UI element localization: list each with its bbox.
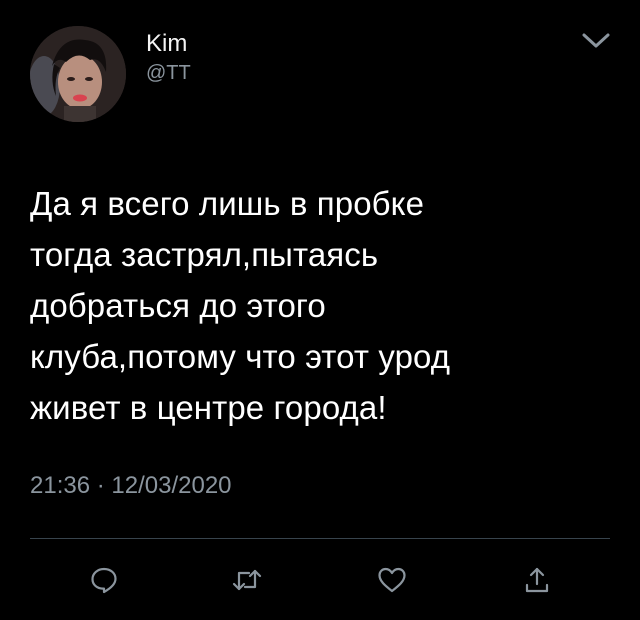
heart-icon [378, 567, 406, 593]
tweet-text-line: добраться до этого [30, 287, 326, 324]
tweet-text: Да я всего лишь в пробке тогда застрял,п… [30, 178, 615, 433]
reply-button[interactable] [86, 562, 122, 598]
author-name[interactable]: Kim [146, 30, 187, 58]
tweet-timestamp[interactable]: 21:36 · 12/03/2020 [30, 472, 232, 500]
tweet-date: 12/03/2020 [111, 472, 232, 499]
avatar-photo [30, 26, 126, 122]
share-icon [525, 567, 549, 593]
retweet-icon [232, 569, 262, 591]
like-button[interactable] [374, 562, 410, 598]
meta-separator: · [96, 472, 105, 499]
avatar[interactable] [30, 26, 126, 122]
author-handle[interactable]: @TT [146, 62, 191, 85]
tweet-text-line: Да я всего лишь в пробке [30, 185, 425, 222]
tweet-time: 21:36 [30, 472, 91, 499]
tweet-text-line: клуба,потому что этот урод [30, 338, 451, 375]
chevron-down-icon[interactable] [581, 30, 611, 52]
reply-icon [91, 567, 117, 594]
tweet-text-line: тогда застрял,пытаясь [30, 236, 379, 273]
divider [30, 538, 610, 539]
share-button[interactable] [519, 562, 555, 598]
tweet-text-line: живет в центре города! [30, 389, 387, 426]
retweet-button[interactable] [229, 562, 265, 598]
